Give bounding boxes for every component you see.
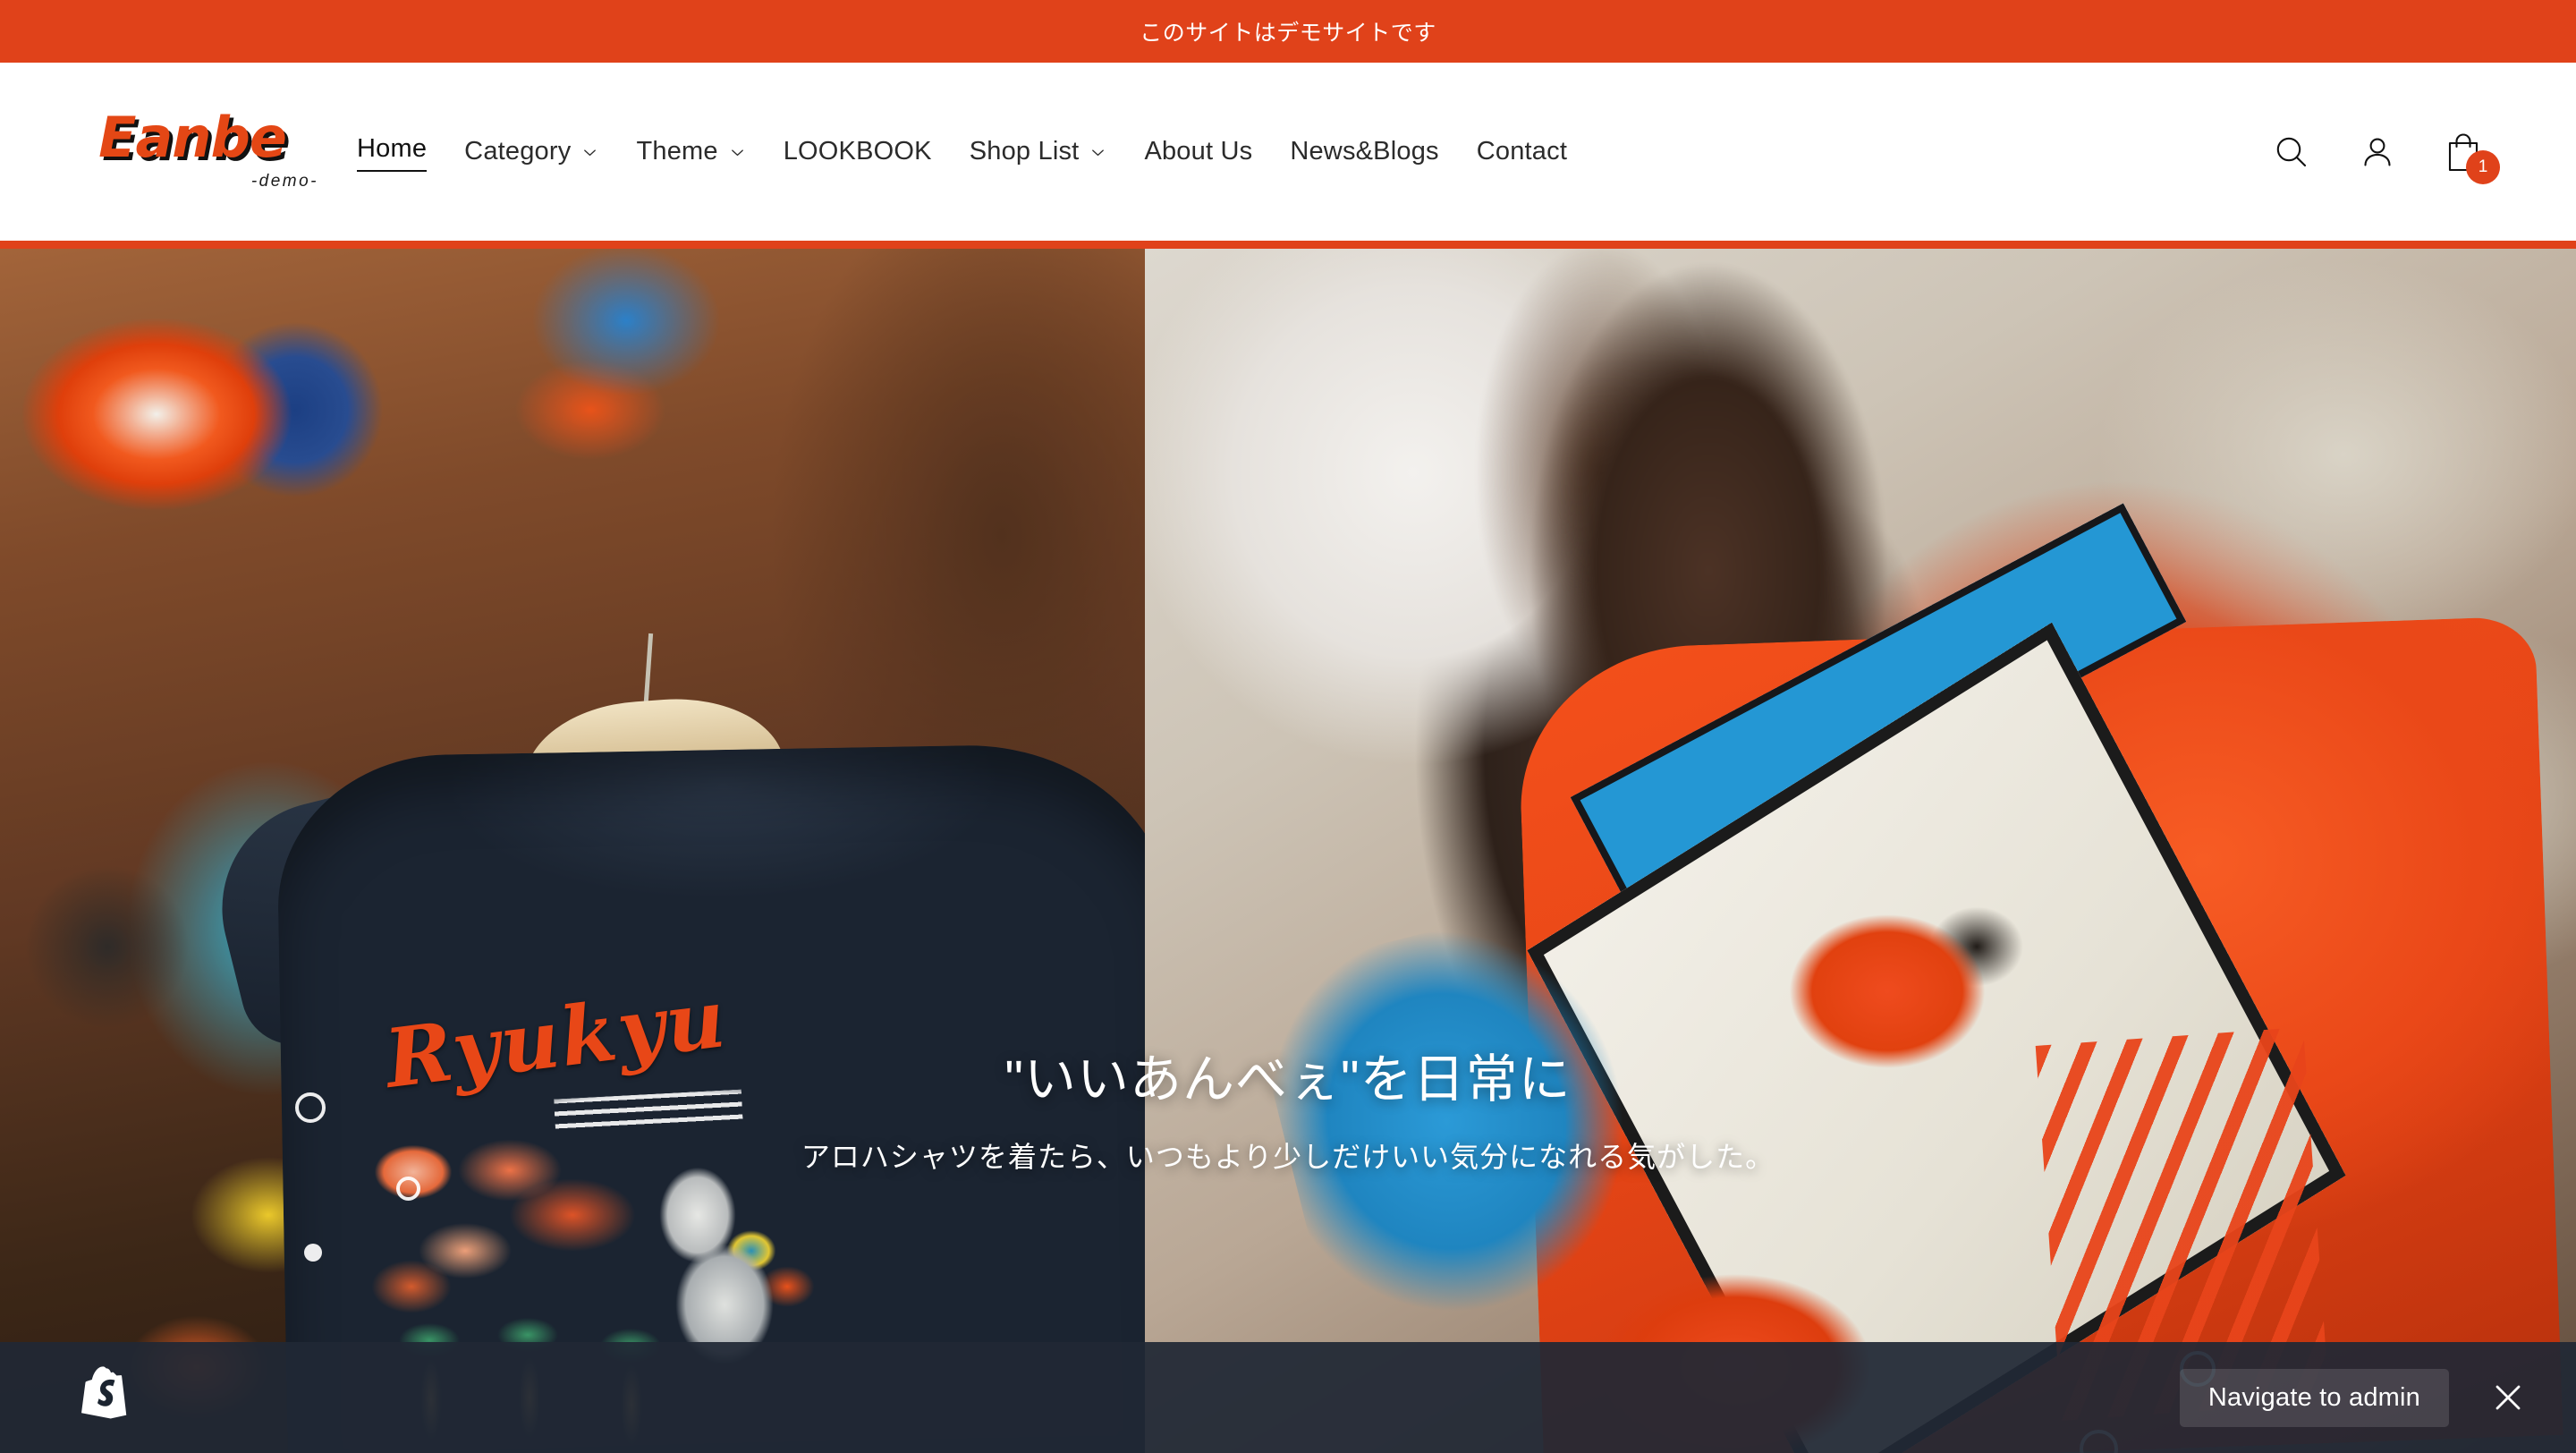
announcement-bar: このサイトはデモサイトです <box>0 0 2576 63</box>
nav-label: LOOKBOOK <box>783 136 932 166</box>
search-icon[interactable] <box>2267 127 2317 177</box>
nav-label: Category <box>464 136 572 166</box>
site-header: Eanbe -demo- Home Category Theme LOOKBOO… <box>0 63 2576 249</box>
nav-item-theme[interactable]: Theme <box>617 127 764 176</box>
site-logo[interactable]: Eanbe -demo- <box>54 105 322 191</box>
nav-label: Home <box>357 132 428 172</box>
nav-label: About Us <box>1144 136 1253 166</box>
cart-count-badge: 1 <box>2466 149 2500 184</box>
hero-image-right[interactable] <box>1145 249 2576 1453</box>
chevron-down-icon <box>1089 144 1106 161</box>
nav-item-news-blogs[interactable]: News&Blogs <box>1271 127 1457 176</box>
decorative-ring <box>396 1177 420 1201</box>
logo-wordmark: Eanbe <box>98 105 287 171</box>
nav-item-contact[interactable]: Contact <box>1458 127 1586 176</box>
decorative-dot <box>304 1244 322 1262</box>
main-navigation: Home Category Theme LOOKBOOK Shop List A… <box>338 124 2267 178</box>
oni-face-print <box>1753 875 2039 1126</box>
header-icon-group: 1 <box>2267 127 2522 184</box>
decorative-ring <box>295 1092 326 1123</box>
nav-item-lookbook[interactable]: LOOKBOOK <box>765 127 951 176</box>
nav-item-about-us[interactable]: About Us <box>1125 127 1271 176</box>
close-icon[interactable] <box>2483 1372 2533 1423</box>
announcement-text: このサイトはデモサイトです <box>1140 21 1436 46</box>
hero-banner: Ryukyu "いいあんべぇ"を日常に アロハシャツを着たら、いつもより少しだけ… <box>0 249 2576 1453</box>
nav-item-category[interactable]: Category <box>445 127 617 176</box>
chevron-down-icon <box>581 144 598 161</box>
nav-item-shop-list[interactable]: Shop List <box>951 127 1126 176</box>
nav-item-home[interactable]: Home <box>338 124 445 178</box>
nav-label: Theme <box>636 136 718 166</box>
shopping-bag-icon[interactable]: 1 <box>2438 127 2500 184</box>
account-icon[interactable] <box>2352 127 2402 177</box>
nav-label: Contact <box>1476 136 1568 166</box>
navigate-to-admin-button[interactable]: Navigate to admin <box>2179 1368 2449 1427</box>
nav-label: Shop List <box>969 136 1080 166</box>
hero-image-left[interactable]: Ryukyu <box>0 249 1270 1453</box>
nav-label: News&Blogs <box>1290 136 1439 166</box>
shopify-logo-icon[interactable] <box>80 1364 140 1432</box>
shopify-admin-bar: Navigate to admin <box>0 1342 2576 1453</box>
logo-subtext: -demo- <box>250 171 318 191</box>
admin-bar-actions: Navigate to admin <box>2179 1368 2533 1427</box>
hero-right-photo-art <box>1145 249 2576 1453</box>
chevron-down-icon <box>729 144 746 161</box>
hero-left-photo-art: Ryukyu <box>0 249 1270 1453</box>
